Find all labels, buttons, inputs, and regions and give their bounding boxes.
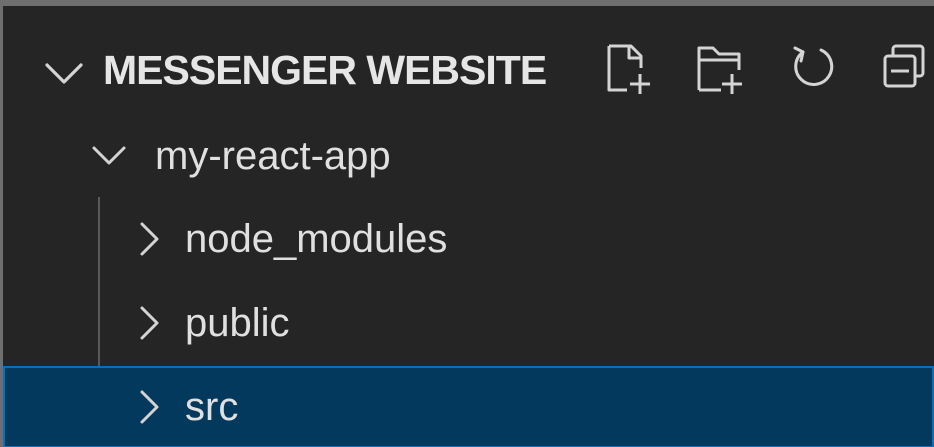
new-file-icon[interactable] <box>601 40 657 96</box>
tree-item-public[interactable]: public <box>3 282 934 364</box>
collapse-all-icon[interactable] <box>879 40 934 96</box>
chevron-right-icon <box>140 306 159 340</box>
chevron-right-icon <box>140 222 159 256</box>
chevron-right-icon <box>140 390 159 424</box>
tree-item-label: my-react-app <box>155 134 391 178</box>
chevron-down-icon <box>92 146 126 165</box>
explorer-panel: MESSENGER WEBSITE my-react-app node_modu… <box>0 0 934 447</box>
new-folder-icon[interactable] <box>693 40 749 96</box>
refresh-icon[interactable] <box>785 40 841 96</box>
tree-item-label: node_modules <box>185 217 448 261</box>
chevron-down-icon[interactable] <box>41 51 87 97</box>
tree-item-my-react-app[interactable]: my-react-app <box>3 115 934 197</box>
tree-item-label: src <box>185 385 239 429</box>
explorer-section-header[interactable]: MESSENGER WEBSITE <box>3 6 934 118</box>
tree-item-node-modules[interactable]: node_modules <box>3 198 934 280</box>
tree-item-src[interactable]: src <box>3 366 934 447</box>
section-title: MESSENGER WEBSITE <box>103 47 547 93</box>
tree-item-label: public <box>185 301 290 345</box>
